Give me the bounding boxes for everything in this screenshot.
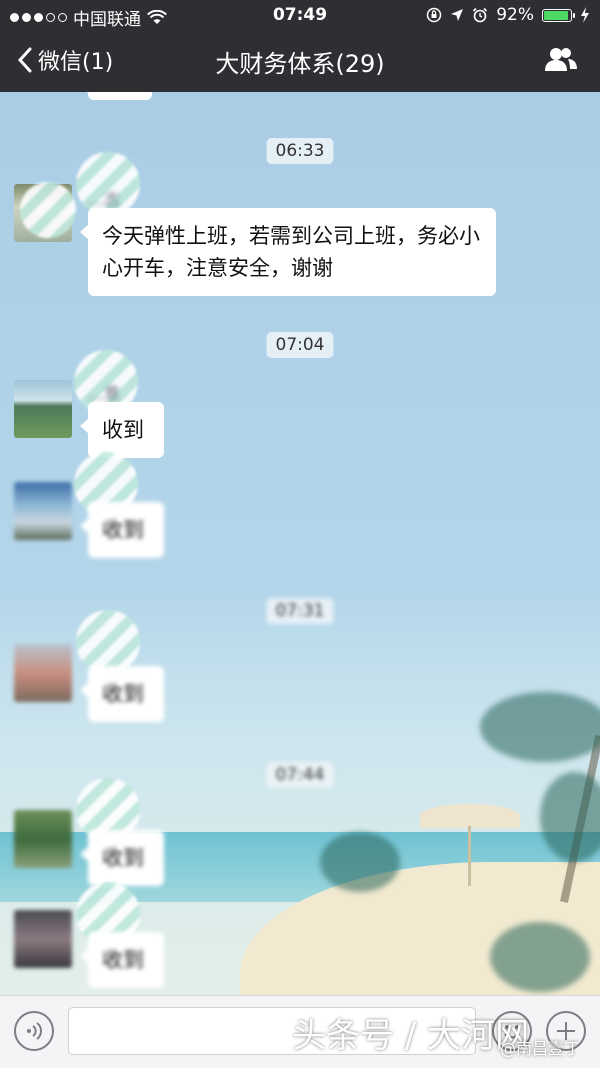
message-bubble[interactable]: 收到 xyxy=(80,830,164,886)
charging-icon xyxy=(581,7,589,23)
message-text: 收到 xyxy=(102,418,144,442)
avatar[interactable] xyxy=(14,910,72,968)
message-text: 收到 xyxy=(102,682,144,706)
alarm-icon xyxy=(473,7,488,23)
chat-area[interactable]: 06:33 …志 今天弹性上班，若需到公司上班，务必小心开车，注意安全，谢谢 0… xyxy=(0,92,600,995)
location-icon xyxy=(451,9,464,21)
timestamp: 07:04 xyxy=(266,332,334,358)
background-umbrella xyxy=(420,804,520,828)
watermark-main: 头条号 / 大河网 xyxy=(292,1016,530,1056)
message-bubble-partial[interactable] xyxy=(80,92,152,100)
avatar[interactable] xyxy=(14,482,72,540)
timestamp: 07:31 xyxy=(266,598,334,624)
avatar[interactable] xyxy=(14,380,72,438)
watermark-sub: @南昌壹丁 xyxy=(500,1039,581,1058)
message-bubble[interactable]: 收到 xyxy=(80,932,164,988)
message-text: 收到 xyxy=(102,518,144,542)
orientation-lock-icon xyxy=(426,7,442,23)
message-text: 收到 xyxy=(102,948,144,972)
avatar[interactable] xyxy=(14,644,72,702)
voice-icon xyxy=(27,1022,42,1040)
message-text: 收到 xyxy=(102,846,144,870)
timestamp: 07:44 xyxy=(266,762,334,788)
navigation-bar: 微信(1) 大财务体系(29) xyxy=(0,30,600,92)
group-members-button[interactable] xyxy=(544,46,578,76)
message-bubble[interactable]: 收到 xyxy=(80,666,164,722)
message-bubble[interactable]: 今天弹性上班，若需到公司上班，务必小心开车，注意安全，谢谢 xyxy=(80,208,496,296)
sender-name: …志 xyxy=(88,190,121,209)
battery-percent: 92% xyxy=(496,5,534,25)
battery-icon xyxy=(542,8,575,22)
timestamp: 06:33 xyxy=(266,138,334,164)
message-bubble[interactable]: 收到 xyxy=(80,402,164,458)
message-text: 今天弹性上班，若需到公司上班，务必小心开车，注意安全，谢谢 xyxy=(102,224,480,280)
background-palm xyxy=(480,692,600,762)
status-bar: 中国联通 07:49 92% xyxy=(0,0,600,30)
avatar[interactable] xyxy=(14,810,72,868)
people-icon xyxy=(545,48,577,71)
voice-button[interactable] xyxy=(14,1011,54,1051)
sender-name: …意 xyxy=(88,384,121,403)
message-bubble[interactable]: 收到 xyxy=(80,502,164,558)
top-bar: 中国联通 07:49 92% 微信(1) 大财务体系(29) xyxy=(0,0,600,92)
chat-title: 大财务体系(29) xyxy=(215,50,385,78)
